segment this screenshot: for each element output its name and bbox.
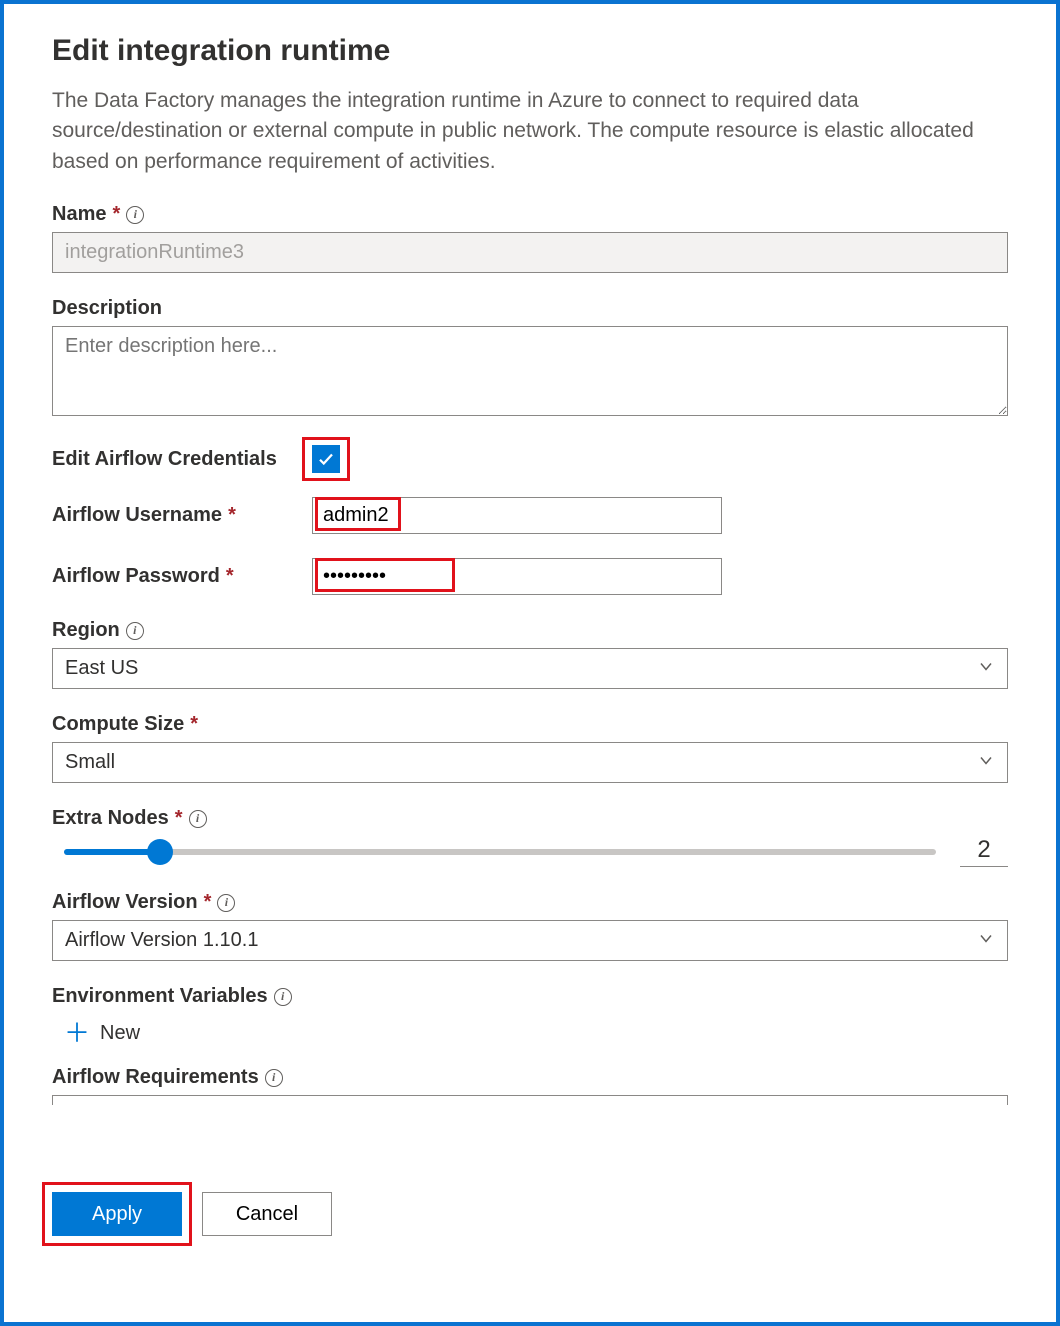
airflow-username-input[interactable] <box>312 497 722 534</box>
info-icon[interactable]: i <box>126 206 144 224</box>
page-title: Edit integration runtime <box>52 34 1008 68</box>
airflow-version-select[interactable] <box>52 920 1008 961</box>
airflow-password-input[interactable] <box>312 558 722 595</box>
airflow-reqs-box-top <box>52 1095 1008 1105</box>
required-marker: * <box>226 565 234 588</box>
new-label: New <box>100 1022 140 1045</box>
airflow-version-label: Airflow Version <box>52 891 198 914</box>
region-field: Region i <box>52 619 1008 689</box>
description-input[interactable] <box>52 326 1008 416</box>
form-panel: Edit integration runtime The Data Factor… <box>4 4 1056 1152</box>
region-label: Region <box>52 619 120 642</box>
compute-size-label: Compute Size <box>52 713 184 736</box>
cancel-button[interactable]: Cancel <box>202 1192 332 1236</box>
edit-credentials-label: Edit Airflow Credentials <box>52 448 277 471</box>
env-vars-label: Environment Variables <box>52 985 268 1008</box>
name-label: Name <box>52 203 106 226</box>
description-field: Description <box>52 297 1008 421</box>
footer: Apply Cancel <box>4 1152 1056 1322</box>
intro-text: The Data Factory manages the integration… <box>52 86 1008 177</box>
airflow-username-label: Airflow Username <box>52 504 222 527</box>
compute-size-select[interactable] <box>52 742 1008 783</box>
name-input <box>52 232 1008 273</box>
dialog-window: Edit integration runtime The Data Factor… <box>0 0 1060 1326</box>
description-label: Description <box>52 297 162 320</box>
add-env-var-button[interactable]: ＋ New <box>52 1014 1008 1052</box>
apply-button[interactable]: Apply <box>52 1192 182 1236</box>
info-icon[interactable]: i <box>126 622 144 640</box>
slider-thumb[interactable] <box>147 839 173 865</box>
region-select[interactable] <box>52 648 1008 689</box>
airflow-reqs-field: Airflow Requirements i <box>52 1066 1008 1105</box>
extra-nodes-label: Extra Nodes <box>52 807 169 830</box>
info-icon[interactable]: i <box>217 894 235 912</box>
edit-credentials-checkbox[interactable] <box>312 445 340 473</box>
airflow-password-label: Airflow Password <box>52 565 220 588</box>
required-marker: * <box>112 203 120 226</box>
airflow-reqs-label: Airflow Requirements <box>52 1066 259 1089</box>
check-icon <box>317 450 335 468</box>
extra-nodes-value[interactable]: 2 <box>960 836 1008 867</box>
required-marker: * <box>175 807 183 830</box>
compute-size-field: Compute Size * <box>52 713 1008 783</box>
extra-nodes-slider[interactable] <box>64 849 936 855</box>
extra-nodes-field: Extra Nodes * i 2 <box>52 807 1008 867</box>
info-icon[interactable]: i <box>265 1069 283 1087</box>
info-icon[interactable]: i <box>274 988 292 1006</box>
airflow-username-row: Airflow Username * <box>52 497 1008 534</box>
required-marker: * <box>190 713 198 736</box>
required-marker: * <box>204 891 212 914</box>
name-field: Name * i <box>52 203 1008 273</box>
info-icon[interactable]: i <box>189 810 207 828</box>
env-vars-field: Environment Variables i ＋ New <box>52 985 1008 1052</box>
required-marker: * <box>228 504 236 527</box>
edit-credentials-row: Edit Airflow Credentials <box>52 445 1008 473</box>
plus-icon: ＋ <box>64 1020 90 1046</box>
airflow-version-field: Airflow Version * i <box>52 891 1008 961</box>
airflow-password-row: Airflow Password * <box>52 558 1008 595</box>
